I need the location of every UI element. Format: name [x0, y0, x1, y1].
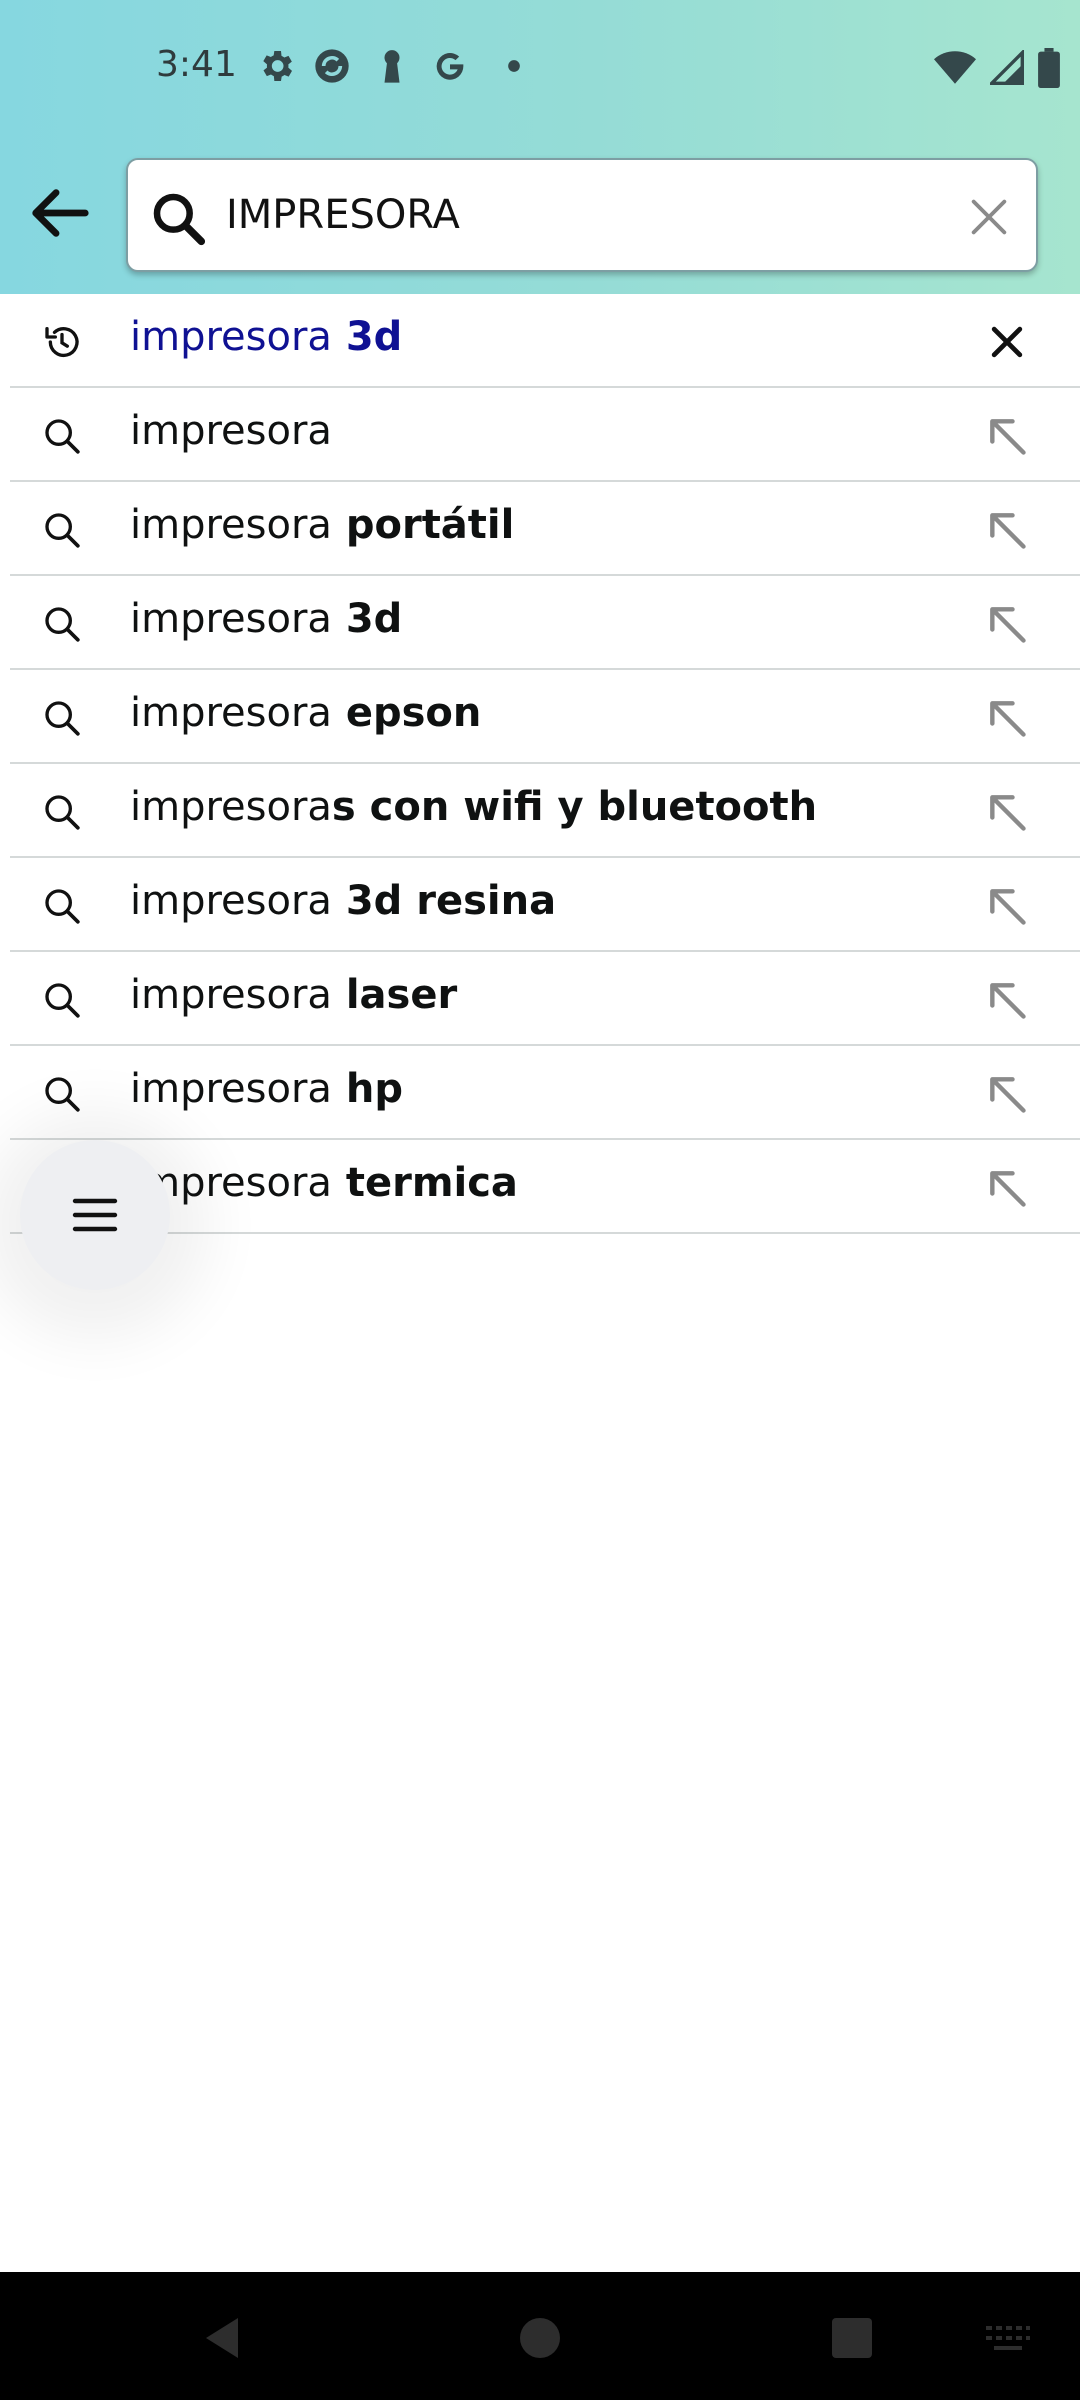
remove-history-icon[interactable] [985, 320, 1029, 364]
nav-back-icon[interactable] [198, 2314, 246, 2362]
suggestion-text: impresora laser [130, 972, 457, 1018]
nav-home-icon[interactable] [516, 2314, 564, 2362]
fill-query-arrow-icon[interactable] [985, 414, 1029, 458]
status-right-icons [934, 48, 1060, 88]
suggestion-row[interactable]: impresora termica [10, 1140, 1080, 1234]
suggestion-row[interactable]: impresora 3d resina [10, 858, 1080, 952]
sync-icon [315, 49, 349, 83]
suggestion-row[interactable]: impresora epson [10, 670, 1080, 764]
suggestion-row[interactable]: impresora hp [10, 1046, 1080, 1140]
search-box[interactable] [126, 158, 1038, 272]
search-icon [45, 701, 80, 736]
battery-icon [1038, 48, 1060, 88]
google-icon [436, 53, 464, 80]
suggestion-text: impresora 3d [130, 596, 402, 642]
suggestion-completion: hp [331, 1066, 403, 1112]
navigation-bar [0, 2272, 1080, 2400]
suggestion-text: impresoras con wifi y bluetooth [130, 784, 817, 830]
suggestion-prefix: impresora [130, 1066, 332, 1112]
suggestion-prefix: impresora [130, 878, 332, 924]
suggestion-row[interactable]: impresora portátil [10, 482, 1080, 576]
suggestion-completion: s con wifi y bluetooth [331, 784, 818, 830]
suggestion-prefix: impresora [130, 596, 332, 642]
suggestion-prefix: impresora [130, 502, 332, 548]
suggestion-list: impresora 3d impresora impresora portátil i… [0, 294, 1080, 1234]
suggestion-text: impresora portátil [130, 502, 514, 548]
dot-icon [508, 60, 520, 72]
search-icon [45, 1077, 80, 1112]
suggestion-row[interactable]: impresora laser [10, 952, 1080, 1046]
suggestion-prefix: impresora [130, 784, 332, 830]
suggestion-text: impresora termica [130, 1160, 518, 1206]
search-icon [45, 607, 80, 642]
search-icon [45, 795, 80, 830]
history-icon [45, 327, 79, 358]
fill-query-arrow-icon[interactable] [985, 790, 1029, 834]
search-input[interactable] [226, 180, 926, 250]
suggestion-completion: 3d resina [331, 878, 557, 924]
search-icon [153, 193, 206, 246]
suggestion-row[interactable]: impresoras con wifi y bluetooth [10, 764, 1080, 858]
menu-icon [72, 1198, 118, 1232]
suggestion-prefix: impresora [130, 314, 332, 360]
search-icon [45, 513, 80, 548]
suggestion-completion: 3d [331, 596, 403, 642]
status-time: 3:41 [156, 44, 237, 85]
keyboard-icon[interactable] [984, 2322, 1032, 2354]
gear-icon [263, 51, 292, 81]
suggestion-completion: termica [331, 1160, 518, 1206]
keyhole-icon [384, 50, 400, 83]
suggestion-text: impresora epson [130, 690, 481, 736]
fill-query-arrow-icon[interactable] [985, 696, 1029, 740]
suggestion-completion: epson [331, 690, 482, 736]
fill-query-arrow-icon[interactable] [985, 508, 1029, 552]
search-icon [45, 419, 80, 454]
search-icon [45, 889, 80, 924]
suggestion-row[interactable]: impresora [10, 388, 1080, 482]
fill-query-arrow-icon[interactable] [985, 602, 1029, 646]
nav-recents-icon[interactable] [828, 2314, 876, 2362]
suggestion-prefix: impresora [130, 972, 332, 1018]
suggestion-text: impresora 3d resina [130, 878, 556, 924]
history-suggestion-row[interactable]: impresora 3d [10, 294, 1080, 388]
suggestion-prefix: impresora [130, 690, 332, 736]
menu-fab-button[interactable] [20, 1140, 170, 1290]
fill-query-arrow-icon[interactable] [985, 1072, 1029, 1116]
wifi-icon [934, 51, 976, 84]
suggestion-text: impresora [130, 408, 332, 454]
back-arrow-icon[interactable] [24, 178, 94, 248]
close-icon[interactable] [966, 194, 1012, 240]
suggestion-row[interactable]: impresora 3d [10, 576, 1080, 670]
status-bar: 3:41 [0, 0, 1080, 136]
suggestion-prefix: impresora [130, 408, 332, 454]
search-icon [45, 983, 80, 1018]
header: 3:41 [0, 0, 1080, 294]
fill-query-arrow-icon[interactable] [985, 978, 1029, 1022]
signal-icon [990, 50, 1024, 85]
suggestion-completion: laser [331, 972, 458, 1018]
suggestion-text: impresora hp [130, 1066, 403, 1112]
suggestion-completion: portátil [331, 502, 515, 548]
suggestion-completion: 3d [331, 314, 403, 360]
fill-query-arrow-icon[interactable] [985, 1166, 1029, 1210]
suggestion-text: impresora 3d [130, 314, 402, 360]
fill-query-arrow-icon[interactable] [985, 884, 1029, 928]
